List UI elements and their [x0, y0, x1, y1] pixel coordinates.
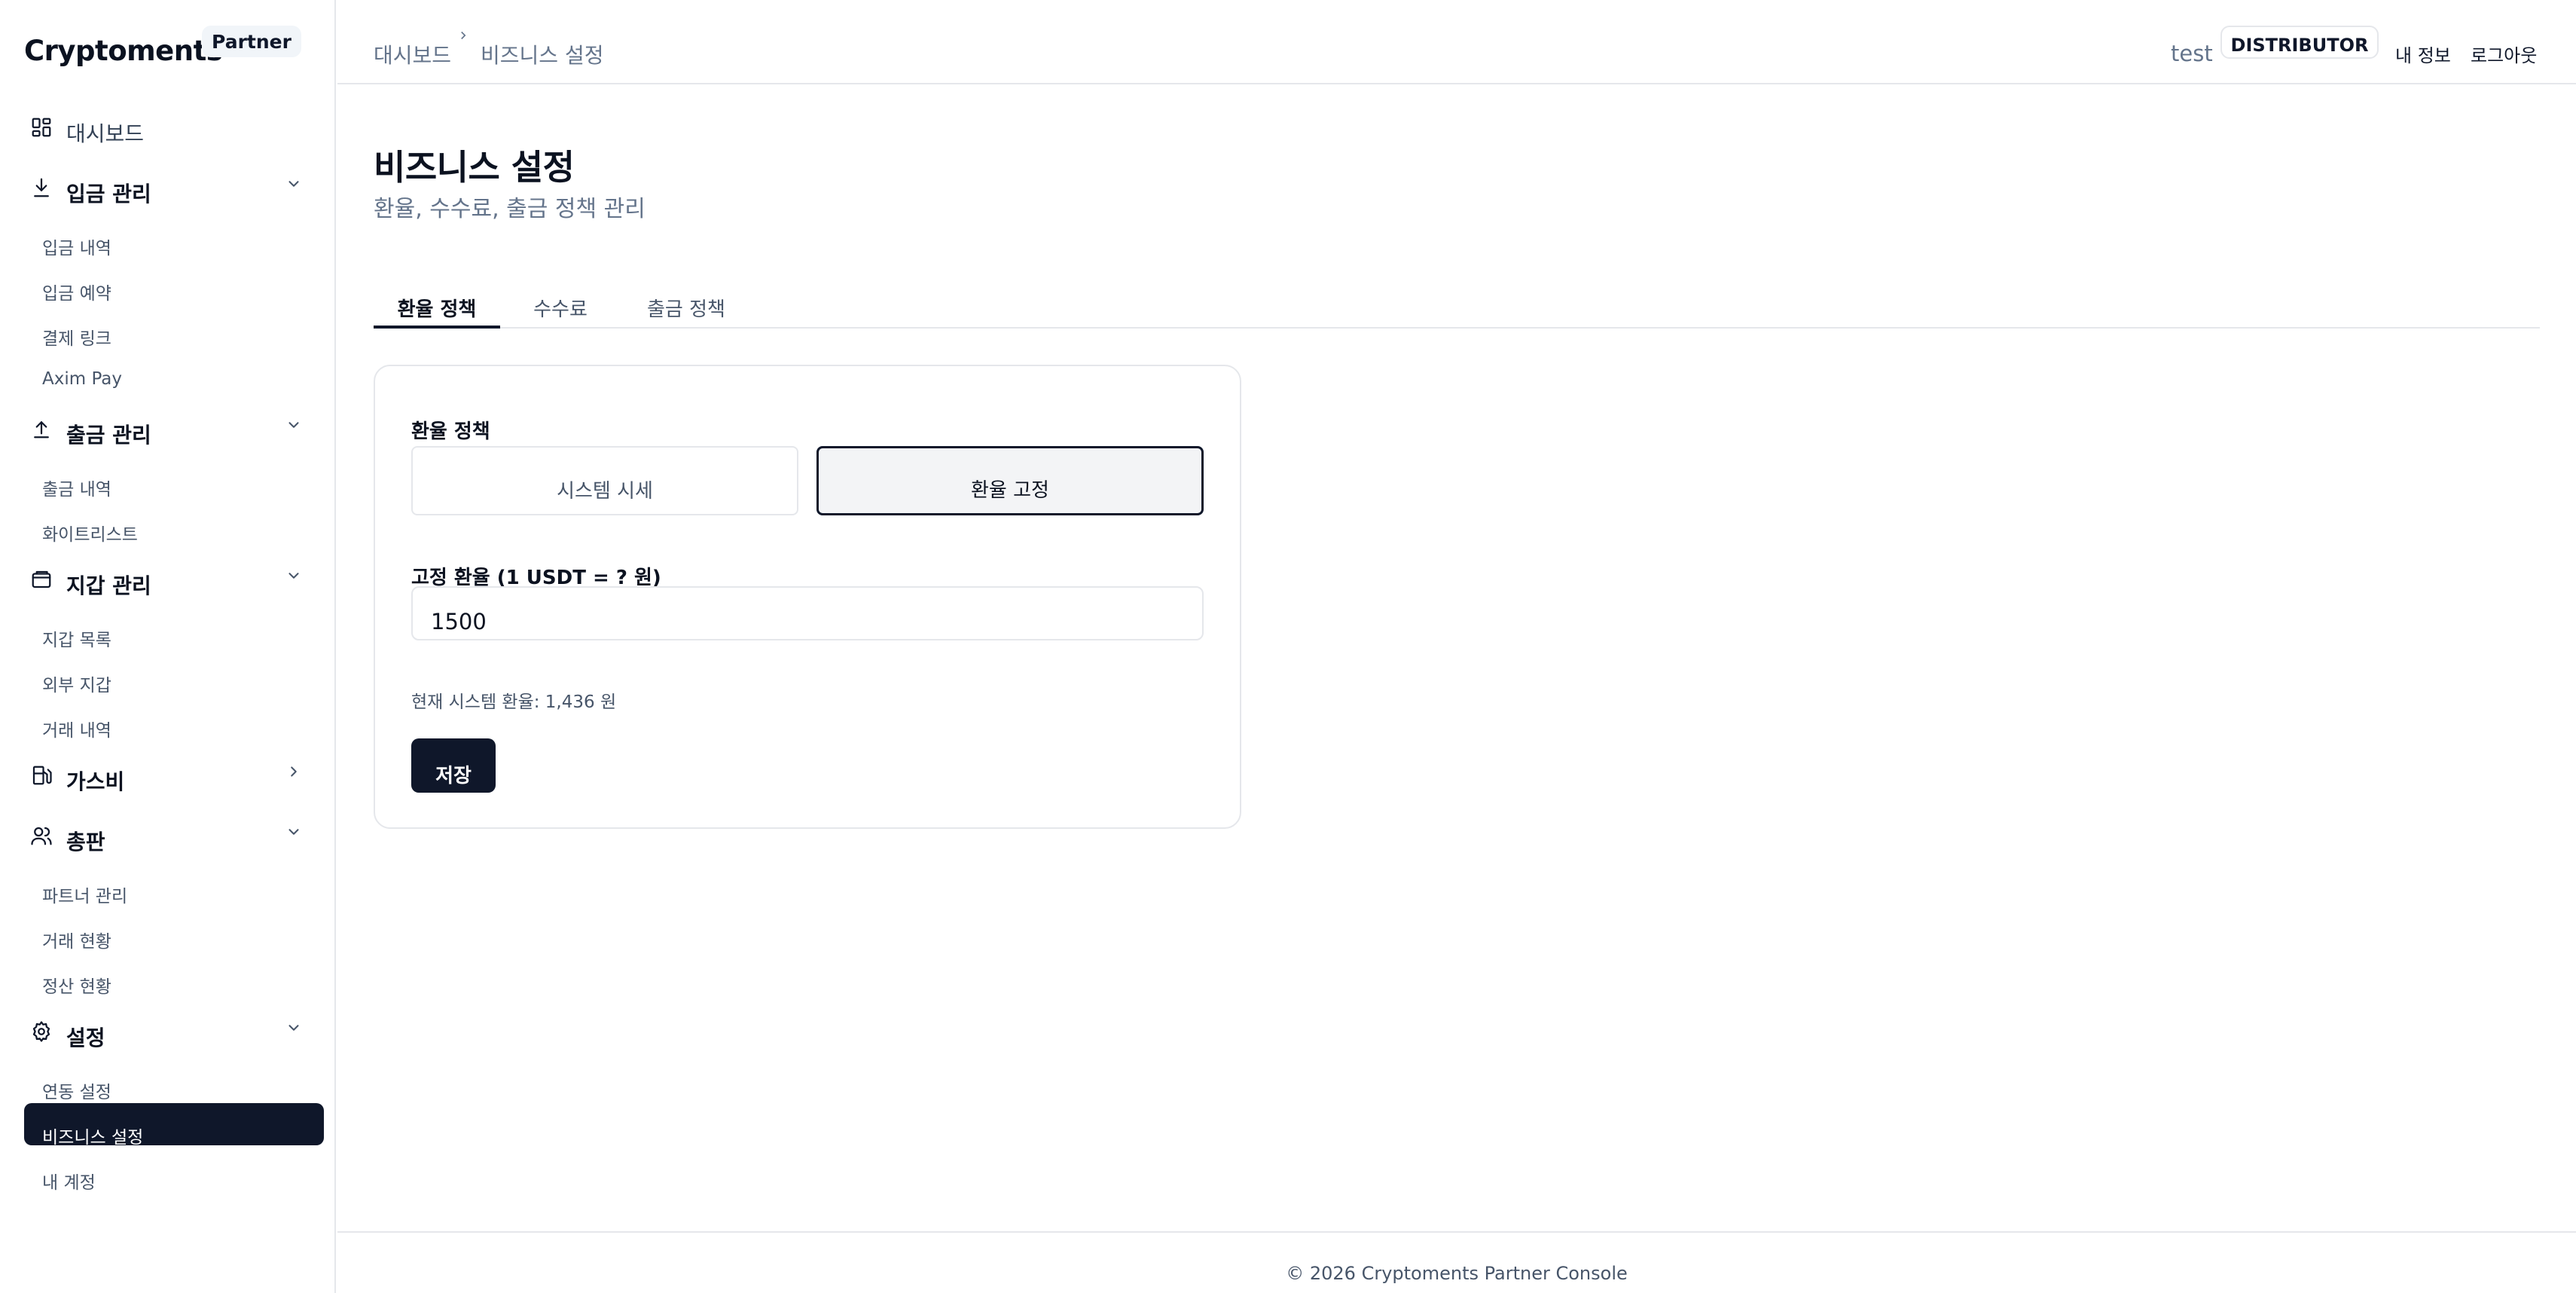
tab-exchange-policy[interactable]: 환율 정책 [374, 294, 500, 329]
my-info-link[interactable]: 내 정보 [2395, 41, 2451, 67]
sidebar-item-withdraw-history[interactable]: 출금 내역 [42, 475, 111, 500]
sidebar-item-axim-pay[interactable]: Axim Pay [42, 369, 122, 389]
sidebar-group-label: 입금 관리 [66, 182, 151, 206]
sidebar-group-label: 가스비 [66, 769, 125, 794]
sidebar-item-integration-settings[interactable]: 연동 설정 [42, 1078, 111, 1103]
logout-link[interactable]: 로그아웃 [2471, 41, 2537, 67]
sidebar-item-dashboard[interactable]: 대시보드 [29, 115, 144, 148]
chevron-down-icon[interactable] [283, 821, 304, 842]
download-icon [29, 175, 54, 200]
sidebar-item-my-account[interactable]: 내 계정 [42, 1168, 96, 1194]
chevron-down-icon[interactable] [283, 414, 304, 436]
page-subtitle: 환율, 수수료, 출금 정책 관리 [374, 196, 646, 222]
sidebar-item-whitelist[interactable]: 화이트리스트 [42, 520, 138, 546]
sidebar-group-settings[interactable]: 설정 [29, 1019, 105, 1052]
settings-tabs: 환율 정책 수수료 출금 정책 [374, 294, 2540, 329]
footer-copyright: © 2026 Cryptoments Partner Console [1286, 1263, 1628, 1284]
sidebar: Cryptoments Partner 대시보드 입금 관리 입금 내역 입금 … [0, 0, 336, 1293]
policy-label: 환율 정책 [411, 420, 490, 443]
chevron-down-icon[interactable] [283, 1017, 304, 1038]
breadcrumb-current: 비즈니스 설정 [481, 43, 604, 68]
fixed-rate-input[interactable] [411, 586, 1204, 640]
current-rate-hint: 현재 시스템 환율: 1,436 원 [411, 692, 617, 712]
sidebar-item-label: 대시보드 [66, 121, 145, 146]
sidebar-item-settlement-status[interactable]: 정산 현황 [42, 972, 111, 998]
sidebar-group-label: 출금 관리 [66, 423, 151, 448]
option-system-rate[interactable]: 시스템 시세 [411, 446, 798, 515]
role-badge: DISTRIBUTOR [2220, 26, 2379, 59]
sidebar-group-label: 지갑 관리 [66, 573, 151, 598]
sidebar-group-deposit[interactable]: 입금 관리 [29, 175, 151, 208]
page-title: 비즈니스 설정 [374, 147, 575, 188]
sidebar-group-gas[interactable]: 가스비 [29, 763, 124, 796]
wallet-icon [29, 567, 54, 592]
sidebar-item-external-wallet[interactable]: 외부 지갑 [42, 671, 111, 696]
chevron-down-icon[interactable] [283, 173, 304, 194]
brand-logo[interactable]: Cryptoments [24, 35, 223, 67]
sidebar-group-distributor[interactable]: 총판 [29, 823, 105, 856]
partner-badge: Partner [202, 26, 301, 57]
sidebar-item-wallet-list[interactable]: 지갑 목록 [42, 625, 111, 651]
header-username: test [2171, 41, 2213, 66]
sidebar-item-label: 비즈니스 설정 [42, 1128, 144, 1148]
sidebar-group-withdraw[interactable]: 출금 관리 [29, 416, 151, 449]
sidebar-item-trade-status[interactable]: 거래 현황 [42, 927, 111, 952]
sidebar-group-label: 총판 [66, 830, 105, 854]
tab-fees[interactable]: 수수료 [524, 294, 597, 329]
grid-icon [29, 115, 54, 140]
fuel-icon [29, 763, 54, 788]
chevron-right-icon[interactable] [283, 761, 304, 782]
top-header: 대시보드 비즈니스 설정 test DISTRIBUTOR 내 정보 로그아웃 [337, 0, 2576, 84]
users-icon [29, 823, 54, 848]
chevron-right-icon [456, 29, 470, 45]
chevron-down-icon[interactable] [283, 565, 304, 586]
sidebar-item-payment-link[interactable]: 결제 링크 [42, 324, 111, 350]
sidebar-item-deposit-reservation[interactable]: 입금 예약 [42, 279, 111, 304]
gear-icon [29, 1019, 54, 1044]
sidebar-item-transactions[interactable]: 거래 내역 [42, 716, 111, 741]
sidebar-item-partner-management[interactable]: 파트너 관리 [42, 882, 127, 907]
sidebar-item-deposit-history[interactable]: 입금 내역 [42, 234, 111, 259]
upload-icon [29, 416, 54, 442]
save-button[interactable]: 저장 [411, 738, 496, 793]
sidebar-group-wallet[interactable]: 지갑 관리 [29, 567, 151, 600]
sidebar-group-label: 설정 [66, 1026, 105, 1050]
exchange-policy-card: 환율 정책 시스템 시세 환율 고정 고정 환율 (1 USDT = ? 원) … [374, 365, 1241, 829]
footer: © 2026 Cryptoments Partner Console [337, 1231, 2576, 1293]
sidebar-item-business-settings[interactable]: 비즈니스 설정 [24, 1103, 324, 1148]
tab-withdraw-policy[interactable]: 출금 정책 [637, 294, 735, 329]
option-fixed-rate[interactable]: 환율 고정 [816, 446, 1204, 515]
breadcrumb-dashboard[interactable]: 대시보드 [374, 39, 451, 69]
